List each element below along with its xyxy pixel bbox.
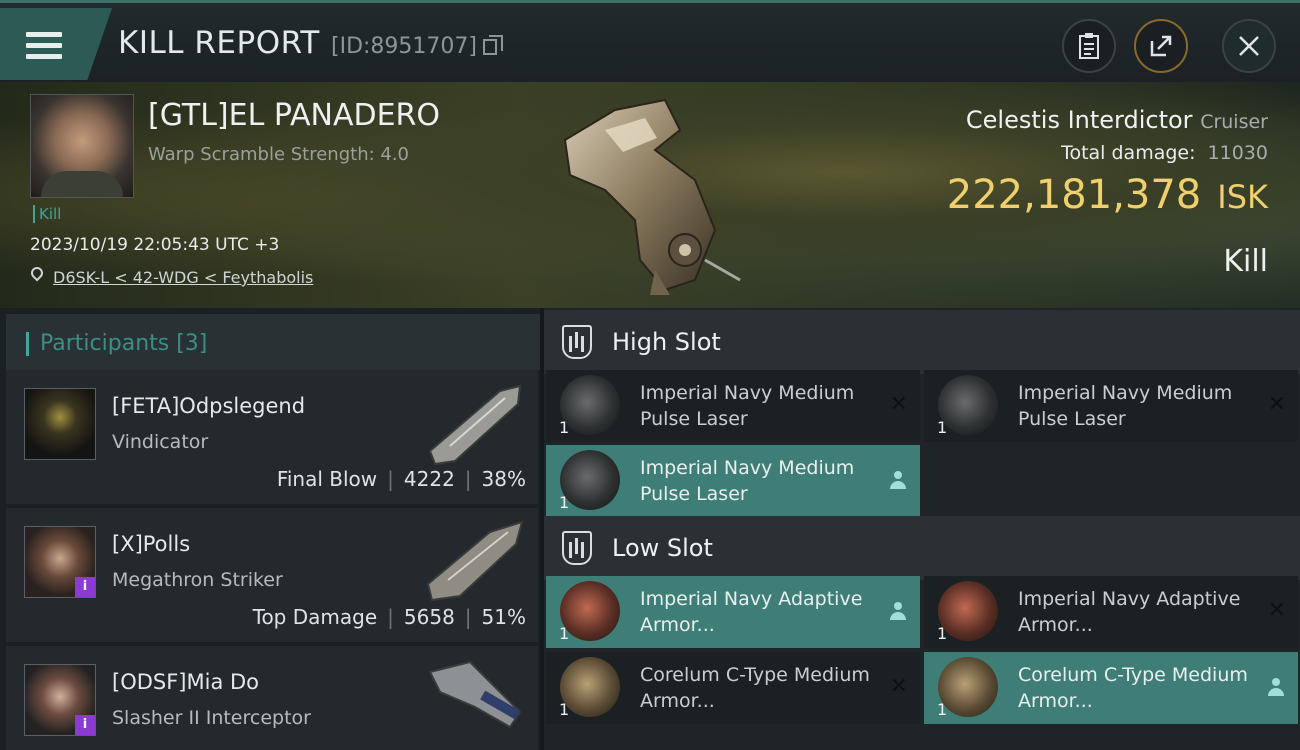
participant-ship: Megathron Striker	[112, 569, 283, 591]
module-item[interactable]: 1 Corelum C-Type Medium Armor...	[924, 652, 1298, 724]
participant-ship: Vindicator	[112, 431, 209, 453]
participant-stats: Final Blow | 4222 | 38%	[276, 467, 526, 491]
location-pin-icon	[28, 264, 46, 282]
module-item[interactable]: 1 Imperial Navy Adaptive Armor...	[546, 576, 920, 648]
participant-role: Final Blow	[276, 467, 378, 491]
module-name: Corelum C-Type Medium Armor...	[1018, 664, 1248, 712]
module-name: Imperial Navy Adaptive Armor...	[1018, 588, 1241, 636]
participant-avatar	[24, 388, 96, 460]
person-icon	[890, 602, 906, 622]
top-bar: KILL REPORT [ID:8951707]	[0, 0, 1300, 82]
ship-name: Celestis Interdictor	[965, 106, 1193, 134]
participant-ship: Slasher II Interceptor	[112, 707, 311, 729]
slot-title: High Slot	[612, 328, 721, 356]
total-damage: Total damage: 11030	[1061, 142, 1268, 164]
page-title: KILL REPORT	[118, 25, 320, 61]
victim-ship-name[interactable]: Celestis Interdictor Cruiser	[966, 106, 1268, 134]
participant-damage: 5658	[403, 605, 455, 629]
participants-label: Participants [3]	[40, 331, 208, 356]
participant-percent: 51%	[481, 605, 526, 629]
module-quantity: 1	[559, 700, 570, 719]
kill-tag: Kill	[33, 205, 61, 223]
victim-summary: [GTL]EL PANADERO Warp Scramble Strength:…	[0, 82, 1300, 308]
participants-panel: Participants [3] [FETA]Odpslegend Vindic…	[0, 308, 540, 750]
low-slot-header: Low Slot	[544, 516, 1300, 580]
copy-icon[interactable]	[483, 35, 503, 55]
kill-datetime: 2023/10/19 22:05:43 UTC +3	[30, 235, 280, 255]
share-icon	[1150, 35, 1172, 57]
ship-class: Cruiser	[1200, 111, 1268, 133]
total-damage-label: Total damage:	[1061, 142, 1196, 164]
participant-row[interactable]: i [ODSF]Mia Do Slasher II Interceptor	[6, 646, 538, 750]
participant-ship-image	[428, 384, 522, 466]
module-item[interactable]: 1 Imperial Navy Medium Pulse Laser	[546, 445, 920, 517]
info-badge-icon: i	[75, 715, 95, 735]
module-quantity: 1	[559, 418, 570, 437]
participant-role: Top Damage	[252, 605, 378, 629]
participant-avatar: i	[24, 664, 96, 736]
close-icon	[1239, 36, 1259, 56]
participant-avatar: i	[24, 526, 96, 598]
hamburger-icon	[26, 32, 62, 60]
clipboard-button[interactable]	[1062, 19, 1116, 73]
close-button[interactable]	[1222, 19, 1276, 73]
fitting-panel: High Slot 1 Imperial Navy Medium Pulse L…	[544, 308, 1300, 750]
x-icon: ✕	[1267, 392, 1286, 417]
participant-ship-image	[428, 660, 522, 729]
victim-ship-image[interactable]	[545, 90, 745, 300]
slot-shield-icon	[562, 325, 592, 359]
x-icon: ✕	[1267, 598, 1286, 623]
report-id: [ID:8951707]	[331, 34, 477, 59]
kill-result: Kill	[1223, 244, 1268, 279]
participant-row[interactable]: i [X]Polls Megathron Striker Top Damage |…	[6, 508, 538, 642]
clipboard-icon	[1079, 33, 1099, 59]
module-quantity: 1	[559, 624, 570, 643]
victim-portrait[interactable]	[30, 94, 134, 198]
participant-row[interactable]: [FETA]Odpslegend Vindicator Final Blow | 4…	[6, 370, 538, 504]
module-item[interactable]: 1 Imperial Navy Medium Pulse Laser ✕	[546, 370, 920, 442]
module-quantity: 1	[937, 418, 948, 437]
share-button[interactable]	[1134, 19, 1188, 73]
slot-shield-icon	[562, 531, 592, 565]
module-item[interactable]: 1 Corelum C-Type Medium Armor... ✕	[546, 652, 920, 724]
participant-stats: Top Damage | 5658 | 51%	[252, 605, 526, 629]
module-name: Imperial Navy Medium Pulse Laser	[640, 382, 855, 430]
participant-percent: 38%	[481, 467, 526, 491]
isk-amount: 222,181,378	[946, 172, 1202, 218]
module-item[interactable]: 1 Imperial Navy Medium Pulse Laser ✕	[924, 370, 1298, 442]
participants-header[interactable]: Participants [3]	[6, 314, 540, 370]
module-name: Corelum C-Type Medium Armor...	[640, 664, 870, 712]
location-link[interactable]: D6SK-L < 42-WDG < Feythabolis	[53, 268, 313, 287]
module-quantity: 1	[937, 700, 948, 719]
participant-name: [X]Polls	[112, 532, 191, 556]
high-slot-header: High Slot	[544, 310, 1300, 374]
module-quantity: 1	[937, 624, 948, 643]
isk-unit: ISK	[1217, 178, 1268, 216]
person-icon	[890, 471, 906, 491]
participant-name: [ODSF]Mia Do	[112, 670, 260, 694]
person-icon	[1268, 678, 1284, 698]
module-name: Imperial Navy Adaptive Armor...	[640, 588, 863, 636]
module-item[interactable]: 1 Imperial Navy Adaptive Armor... ✕	[924, 576, 1298, 648]
participant-ship-image	[426, 520, 524, 602]
x-icon: ✕	[889, 392, 908, 417]
participant-name: [FETA]Odpslegend	[112, 394, 306, 418]
participant-damage: 4222	[403, 467, 455, 491]
x-icon: ✕	[889, 674, 908, 699]
slot-title: Low Slot	[612, 534, 713, 562]
victim-name[interactable]: [GTL]EL PANADERO	[148, 98, 440, 133]
info-badge-icon: i	[75, 577, 95, 597]
warp-scramble-strength: Warp Scramble Strength: 4.0	[148, 144, 410, 165]
module-quantity: 1	[559, 493, 570, 512]
module-name: Imperial Navy Medium Pulse Laser	[640, 457, 855, 505]
isk-value: 222,181,378 ISK	[947, 172, 1268, 218]
total-damage-value: 11030	[1207, 142, 1268, 164]
module-name: Imperial Navy Medium Pulse Laser	[1018, 382, 1233, 430]
menu-button[interactable]	[0, 8, 112, 80]
